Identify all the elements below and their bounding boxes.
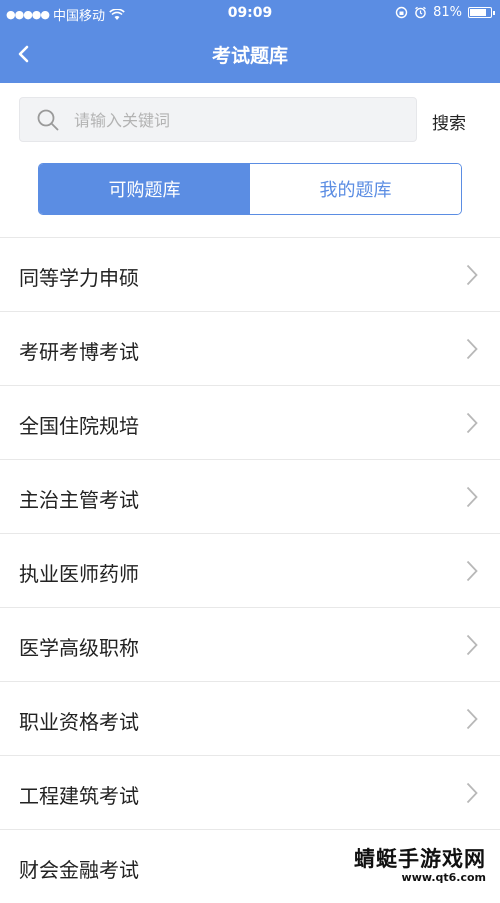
alarm-icon <box>415 6 426 19</box>
list-item[interactable]: 工程建筑考试 <box>0 755 500 829</box>
chevron-right-icon <box>466 338 478 360</box>
status-right: 81% <box>395 5 495 20</box>
list-item[interactable]: 主治主管考试 <box>0 459 500 533</box>
list-item-label: 同等学力申硕 <box>19 266 139 290</box>
search-box[interactable] <box>19 97 417 143</box>
list-item[interactable]: 执业医师药师 <box>0 533 500 607</box>
list-item-label: 执业医师药师 <box>19 562 139 586</box>
search-button[interactable]: 搜索 <box>432 109 466 134</box>
battery-icon <box>468 7 495 18</box>
list-item-label: 职业资格考试 <box>19 710 139 734</box>
chevron-right-icon <box>466 486 478 508</box>
list-item[interactable]: 医学高级职称 <box>0 607 500 681</box>
category-list: 同等学力申硕 考研考博考试 全国住院规培 主治主管考试 执业医师药师 医学高级职… <box>0 237 500 903</box>
chevron-right-icon <box>466 782 478 804</box>
list-item-label: 考研考博考试 <box>19 340 139 364</box>
chevron-right-icon <box>466 634 478 656</box>
tab-my-banks[interactable]: 我的题库 <box>250 164 461 214</box>
search-input[interactable] <box>72 98 406 143</box>
chevron-right-icon <box>466 560 478 582</box>
chevron-right-icon <box>466 264 478 286</box>
battery-level-fill <box>470 9 486 16</box>
search-icon <box>37 109 59 131</box>
watermark-logo: 蜻蜓手游戏网 www.qt6.com <box>354 843 486 884</box>
chevron-right-icon <box>466 708 478 730</box>
list-item-label: 医学高级职称 <box>19 636 139 660</box>
list-item-label: 全国住院规培 <box>19 414 139 438</box>
status-bar: ●●●●● 中国移动 09:09 81% <box>0 0 500 26</box>
list-item[interactable]: 全国住院规培 <box>0 385 500 459</box>
list-item-label: 工程建筑考试 <box>19 784 139 808</box>
tab-purchasable-banks[interactable]: 可购题库 <box>39 164 250 214</box>
bank-type-segmented-control: 可购题库 我的题库 <box>38 163 462 215</box>
battery-percent: 81% <box>433 5 462 20</box>
list-item[interactable]: 同等学力申硕 <box>0 237 500 311</box>
list-item[interactable]: 职业资格考试 <box>0 681 500 755</box>
list-item-label: 财会金融考试 <box>19 858 139 882</box>
nav-bar: 考试题库 <box>0 26 500 83</box>
watermark-name: 蜻蜓手游戏网 <box>354 847 486 871</box>
list-item-label: 主治主管考试 <box>19 488 139 512</box>
page-title: 考试题库 <box>211 45 288 67</box>
list-item[interactable]: 考研考博考试 <box>0 311 500 385</box>
search-area: 搜索 可购题库 我的题库 <box>0 83 500 237</box>
chevron-right-icon <box>466 412 478 434</box>
orientation-lock-icon <box>395 6 408 19</box>
